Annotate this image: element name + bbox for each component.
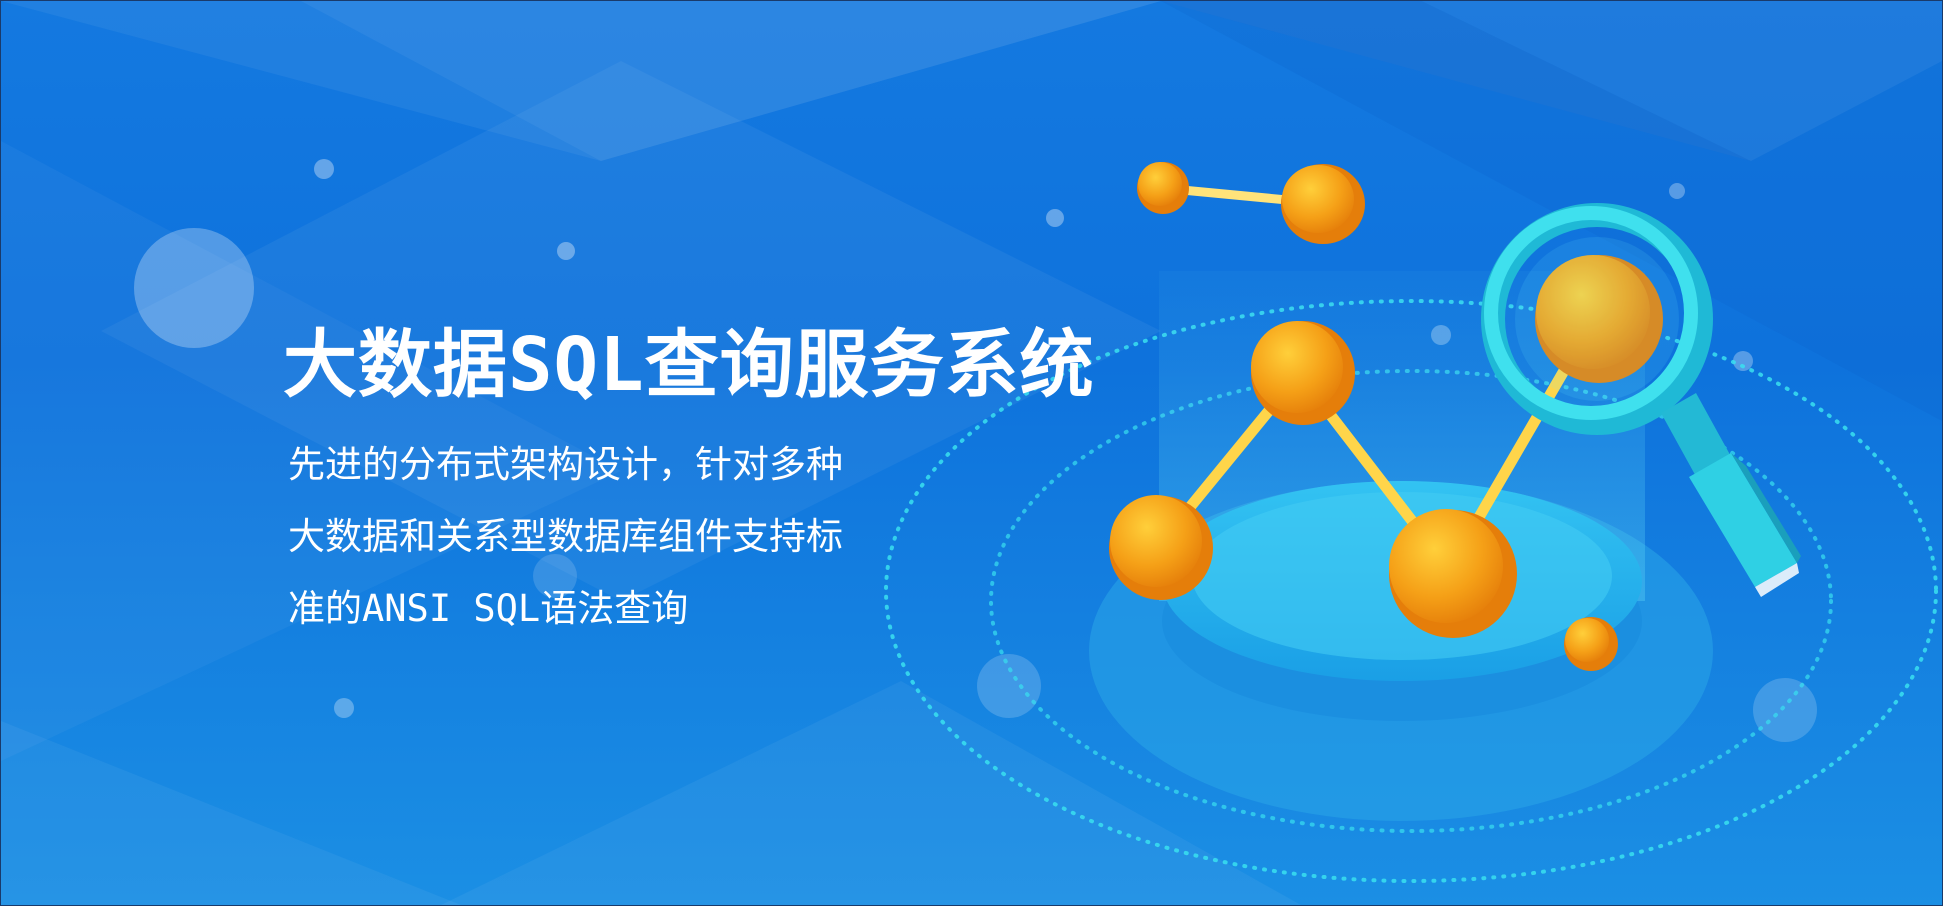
data-node-icon	[1281, 164, 1365, 244]
data-node-icon	[1389, 509, 1517, 638]
data-node-icon	[1564, 617, 1618, 671]
data-node-icon	[1251, 321, 1355, 425]
description-line: 准的ANSI SQL语法查询	[288, 587, 689, 630]
hero-banner: 大数据SQL查询服务系统 先进的分布式架构设计，针对多种 大数据和关系型数据库组…	[0, 0, 1943, 906]
description-line: 先进的分布式架构设计，针对多种	[288, 443, 843, 486]
hero-description: 先进的分布式架构设计，针对多种 大数据和关系型数据库组件支持标 准的ANSI S…	[288, 429, 928, 645]
description-line: 大数据和关系型数据库组件支持标	[288, 515, 843, 558]
page-title: 大数据SQL查询服务系统	[283, 322, 1095, 408]
data-node-icon	[1137, 162, 1189, 214]
